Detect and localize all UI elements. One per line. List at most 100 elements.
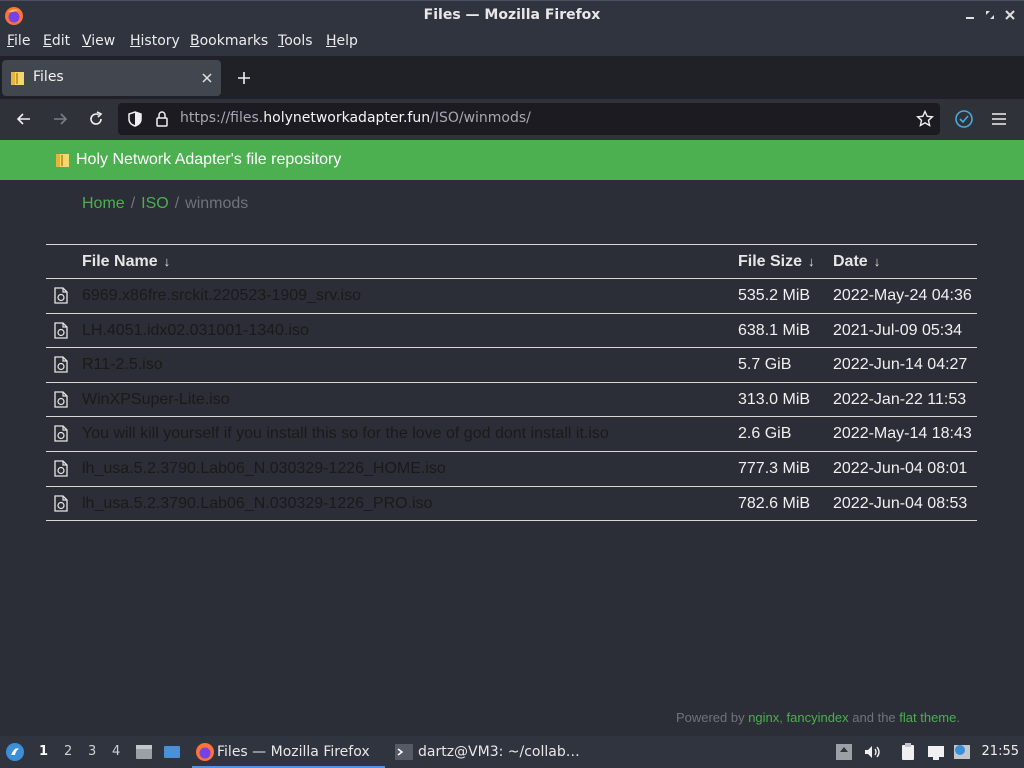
terminal-icon bbox=[395, 744, 413, 760]
taskbar-firefox[interactable]: Files — Mozilla Firefox bbox=[192, 736, 385, 768]
table-row: 6969.x86fre.srckit.220523-1909_srv.iso 5… bbox=[46, 279, 977, 314]
menu-view[interactable]: View bbox=[82, 33, 115, 49]
forward-arrow-icon[interactable] bbox=[51, 110, 69, 128]
file-link[interactable]: You will kill yourself if you install th… bbox=[82, 425, 609, 443]
file-size: 638.1 MiB bbox=[738, 321, 811, 339]
close-tab-icon[interactable] bbox=[201, 72, 213, 84]
back-arrow-icon[interactable] bbox=[15, 110, 33, 128]
file-document-icon bbox=[54, 391, 68, 408]
repository-banner: Holy Network Adapter's file repository bbox=[0, 140, 1024, 180]
file-document-icon bbox=[54, 425, 68, 443]
sort-arrow-icon: ↓ bbox=[808, 254, 815, 269]
file-date: 2022-Jun-14 04:27 bbox=[833, 356, 968, 374]
file-manager-icon[interactable] bbox=[134, 742, 154, 762]
menu-help[interactable]: Help bbox=[326, 33, 358, 49]
tab-label: Files bbox=[33, 69, 64, 85]
menu-file[interactable]: File bbox=[7, 33, 30, 49]
upload-icon[interactable] bbox=[834, 742, 854, 762]
taskbar-firefox-label: Files — Mozilla Firefox bbox=[217, 744, 370, 760]
file-link[interactable]: LH.4051.idx02.031001-1340.iso bbox=[82, 322, 309, 340]
reload-icon[interactable] bbox=[87, 110, 105, 128]
url-prefix: https://files. bbox=[180, 110, 264, 126]
file-document-icon bbox=[54, 321, 68, 339]
table-row: lh_usa.5.2.3790.Lab06_N.030329-1226_PRO.… bbox=[46, 487, 977, 522]
taskbar-terminal-label: dartz@VM3: ~/collab… bbox=[418, 744, 580, 760]
shield-icon[interactable] bbox=[126, 110, 144, 128]
table-row: WinXPSuper-Lite.iso 313.0 MiB 2022-Jan-2… bbox=[46, 383, 977, 418]
file-size: 2.6 GiB bbox=[738, 425, 792, 443]
breadcrumb-separator: / bbox=[174, 195, 180, 212]
firefox-logo-icon bbox=[196, 743, 214, 761]
workspace-3[interactable]: 3 bbox=[88, 744, 96, 759]
nginx-link[interactable]: nginx bbox=[748, 710, 779, 725]
close-window-icon[interactable] bbox=[1003, 8, 1017, 22]
breadcrumb-separator: / bbox=[130, 195, 136, 212]
file-link[interactable]: WinXPSuper-Lite.iso bbox=[82, 391, 230, 409]
sort-by-date[interactable]: Date ↓ bbox=[833, 253, 880, 271]
file-link[interactable]: R11-2.5.iso bbox=[82, 356, 163, 374]
file-link[interactable]: lh_usa.5.2.3790.Lab06_N.030329-1226_PRO.… bbox=[82, 495, 433, 513]
file-table: File Name ↓ File Size ↓ Date ↓ 6969.x86fre.… bbox=[46, 244, 977, 522]
taskbar-terminal[interactable]: dartz@VM3: ~/collab… bbox=[390, 736, 590, 768]
account-check-icon[interactable] bbox=[954, 109, 974, 129]
sort-arrow-icon: ↓ bbox=[873, 254, 881, 269]
url-path: /ISO/winmods/ bbox=[430, 110, 531, 126]
start-menu-icon[interactable] bbox=[5, 742, 25, 762]
file-document-icon bbox=[54, 356, 68, 373]
file-size: 782.6 MiB bbox=[738, 494, 811, 512]
breadcrumb-home[interactable]: Home bbox=[82, 195, 125, 212]
volume-icon[interactable] bbox=[862, 742, 882, 762]
file-date: 2022-May-14 18:43 bbox=[833, 425, 972, 443]
workspace-1[interactable]: 1 bbox=[39, 744, 48, 759]
file-size: 777.3 MiB bbox=[738, 459, 811, 477]
file-size: 5.7 GiB bbox=[738, 356, 792, 374]
menu-tools[interactable]: Tools bbox=[278, 33, 313, 49]
url-domain: holynetworkadapter.fun bbox=[263, 110, 431, 126]
bookmark-star-icon[interactable] bbox=[916, 110, 934, 128]
url-bar[interactable]: https://files.holynetworkadapter.fun/ISO… bbox=[118, 103, 940, 135]
lock-icon[interactable] bbox=[154, 110, 170, 128]
maximize-icon[interactable] bbox=[983, 8, 997, 22]
new-tab-icon[interactable] bbox=[236, 70, 252, 86]
url-text[interactable]: https://files.holynetworkadapter.fun/ISO… bbox=[180, 110, 531, 126]
breadcrumb-iso[interactable]: ISO bbox=[141, 195, 169, 212]
window-titlebar: Files — Mozilla Firefox bbox=[0, 0, 1024, 30]
desktop-icon[interactable] bbox=[162, 742, 182, 762]
file-size: 313.0 MiB bbox=[738, 390, 811, 408]
file-link[interactable]: 6969.x86fre.srckit.220523-1909_srv.iso bbox=[82, 287, 361, 305]
workspace-2[interactable]: 2 bbox=[64, 744, 72, 759]
sort-arrow-icon: ↓ bbox=[163, 254, 171, 269]
table-row: You will kill yourself if you install th… bbox=[46, 417, 977, 452]
flat-theme-link[interactable]: flat theme bbox=[899, 710, 956, 725]
hamburger-menu-icon[interactable] bbox=[991, 111, 1007, 127]
file-date: 2022-Jun-04 08:53 bbox=[833, 494, 968, 512]
tab-bar: Files bbox=[0, 56, 1024, 99]
breadcrumb-current: winmods bbox=[185, 195, 249, 212]
menu-edit[interactable]: Edit bbox=[43, 33, 70, 49]
table-row: R11-2.5.iso 5.7 GiB 2022-Jun-14 04:27 bbox=[46, 348, 977, 383]
clipboard-icon[interactable] bbox=[898, 742, 918, 762]
menu-bar: File Edit View History Bookmarks Tools H… bbox=[0, 30, 1024, 56]
workspace-4[interactable]: 4 bbox=[112, 744, 120, 759]
sort-by-name[interactable]: File Name ↓ bbox=[82, 253, 170, 271]
folder-icon bbox=[11, 72, 24, 85]
minimize-icon[interactable] bbox=[963, 8, 977, 22]
file-document-icon bbox=[54, 460, 68, 477]
tab-files[interactable]: Files bbox=[2, 60, 221, 96]
folder-icon bbox=[56, 154, 69, 167]
menu-history[interactable]: History bbox=[130, 33, 180, 49]
table-header: File Name ↓ File Size ↓ Date ↓ bbox=[46, 244, 977, 279]
update-notifier-icon[interactable] bbox=[952, 742, 972, 762]
sort-by-size[interactable]: File Size ↓ bbox=[738, 253, 815, 271]
file-document-icon bbox=[54, 494, 68, 512]
taskbar: 1 2 3 4 Files — Mozilla Firefox dartz@VM… bbox=[0, 736, 1024, 768]
fancyindex-link[interactable]: fancyindex bbox=[787, 710, 849, 725]
network-icon[interactable] bbox=[926, 742, 946, 762]
table-row: LH.4051.idx02.031001-1340.iso 638.1 MiB … bbox=[46, 314, 977, 349]
window-title: Files — Mozilla Firefox bbox=[423, 7, 601, 23]
page-content: Holy Network Adapter's file repository H… bbox=[0, 140, 1024, 736]
table-row: lh_usa.5.2.3790.Lab06_N.030329-1226_HOME… bbox=[46, 452, 977, 487]
file-link[interactable]: lh_usa.5.2.3790.Lab06_N.030329-1226_HOME… bbox=[82, 460, 446, 478]
banner-title: Holy Network Adapter's file repository bbox=[76, 151, 342, 168]
menu-bookmarks[interactable]: Bookmarks bbox=[190, 33, 268, 49]
